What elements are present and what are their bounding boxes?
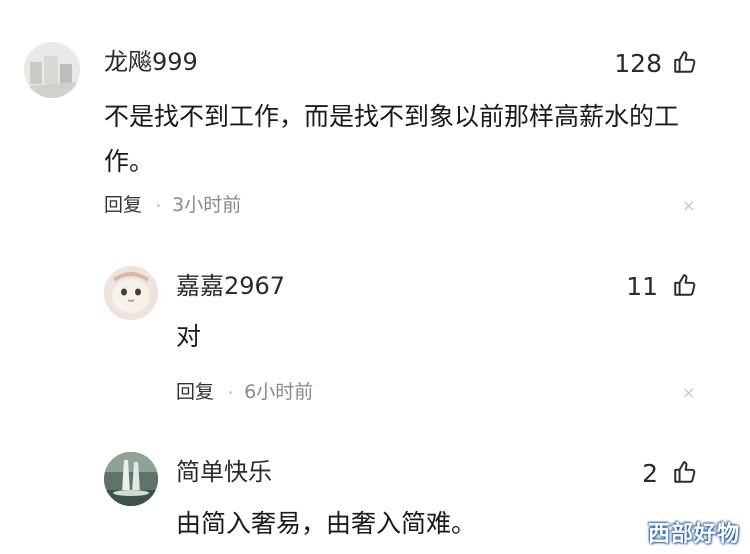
username[interactable]: 嘉嘉2967 xyxy=(176,274,285,298)
timestamp: 6小时前 xyxy=(244,381,314,403)
thumbs-up-icon[interactable] xyxy=(672,459,698,485)
like-count: 11 xyxy=(626,272,658,301)
reply-button[interactable]: 回复 xyxy=(104,196,142,215)
username[interactable]: 简单快乐 xyxy=(176,460,272,484)
like-count: 128 xyxy=(614,49,662,78)
timestamp: 3小时前 xyxy=(172,194,242,216)
thumbs-up-icon[interactable] xyxy=(672,49,698,75)
comment-meta: 回复 · 3小时前 xyxy=(104,196,241,215)
close-icon[interactable]: × xyxy=(682,385,695,401)
avatar[interactable] xyxy=(104,266,158,320)
comment-text: 对 xyxy=(176,322,202,351)
like-count: 2 xyxy=(642,459,658,488)
separator: · xyxy=(156,195,162,215)
comment-meta: 回复 · 6小时前 xyxy=(176,383,313,402)
reply-button[interactable]: 回复 xyxy=(176,383,214,402)
comment-text: 不是找不到工作，而是找不到象以前那样高薪水的工作。 xyxy=(104,102,680,176)
close-icon[interactable]: × xyxy=(682,198,695,214)
comment-text: 由简入奢易，由奢入简难。 xyxy=(176,509,477,538)
watermark: 西部好物 xyxy=(647,522,740,547)
avatar[interactable] xyxy=(24,42,80,98)
thumbs-up-icon[interactable] xyxy=(672,272,698,298)
username[interactable]: 龙飚999 xyxy=(104,50,198,74)
avatar[interactable] xyxy=(104,452,158,506)
separator: · xyxy=(228,382,234,402)
